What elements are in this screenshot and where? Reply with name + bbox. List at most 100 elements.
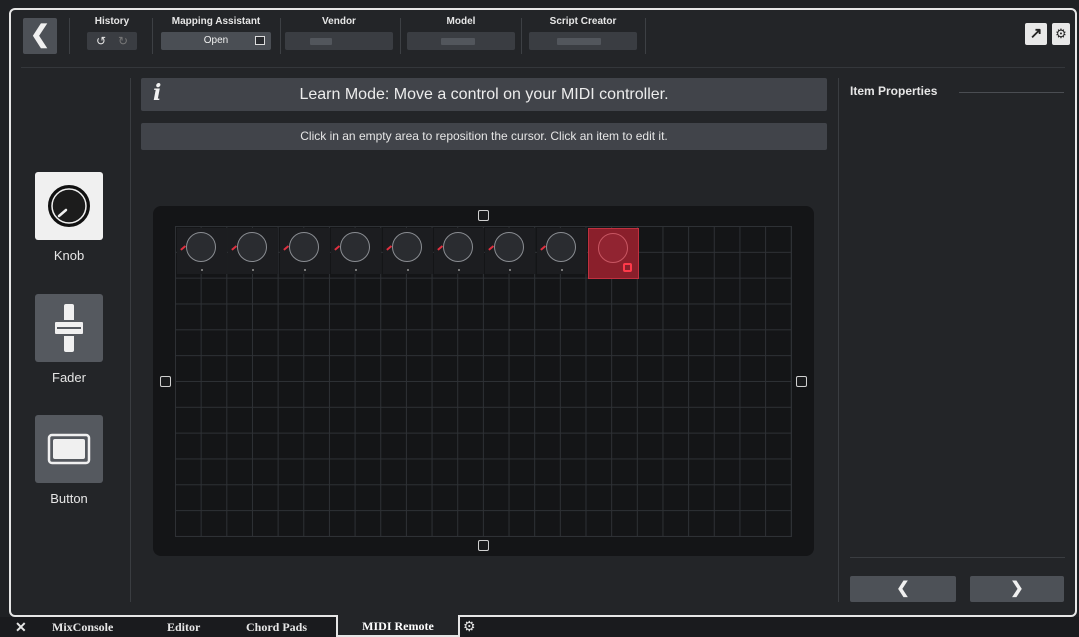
knob-icon <box>48 185 90 227</box>
button-icon <box>47 433 91 465</box>
resize-handle-top[interactable] <box>478 210 489 221</box>
mapping-open-button[interactable]: Open <box>161 32 271 50</box>
chevron-left-icon: ❮ <box>896 580 910 597</box>
palette-label-button: Button <box>50 491 88 506</box>
toolbar-divider <box>21 67 1065 68</box>
knob-control[interactable] <box>434 228 484 274</box>
learn-cursor-icon <box>623 263 633 272</box>
model-field[interactable] <box>407 32 515 50</box>
tab-editor[interactable]: Editor <box>167 620 200 635</box>
script-creator-field[interactable] <box>529 32 637 50</box>
knob-label-dot <box>406 269 409 271</box>
knob-ring <box>288 232 319 262</box>
knob-control[interactable] <box>279 228 330 274</box>
toolbar-separator <box>645 18 646 54</box>
palette-item-button[interactable]: Button <box>35 415 103 506</box>
toolbar-separator <box>280 18 281 54</box>
button-tile[interactable] <box>35 415 103 483</box>
palette-item-fader[interactable]: Fader <box>35 294 103 385</box>
hint-banner: Click in an empty area to reposition the… <box>141 123 827 150</box>
fader-icon <box>53 304 85 352</box>
redo-icon[interactable]: ↻ <box>112 32 134 50</box>
vendor-value-redacted <box>310 38 332 45</box>
knob-ring <box>545 232 576 262</box>
palette-label-knob: Knob <box>53 248 85 263</box>
knob-control[interactable] <box>485 228 536 274</box>
knob-label-dot <box>303 269 306 271</box>
palette-item-knob[interactable]: Knob <box>35 172 103 263</box>
knob-label-dot <box>458 269 460 271</box>
window-icon <box>255 36 265 45</box>
settings-button[interactable]: ⚙ <box>1052 23 1070 45</box>
lower-zone-tabs: ✕ MixConsole Editor Chord Pads MIDI Remo… <box>0 615 1079 637</box>
knob-value-tick <box>283 245 289 251</box>
knob-control[interactable] <box>536 228 587 274</box>
previous-item-button[interactable]: ❮ <box>850 576 956 602</box>
controller-canvas[interactable] <box>153 206 814 556</box>
fader-tile[interactable] <box>35 294 103 362</box>
history-group: History ↺ ↻ <box>78 14 146 60</box>
gear-icon: ⚙ <box>1055 26 1067 41</box>
knob-ring <box>391 232 422 262</box>
toolbar-separator <box>400 18 401 54</box>
vendor-label: Vendor <box>322 16 356 27</box>
knob-ring <box>598 233 629 263</box>
undo-icon[interactable]: ↺ <box>90 32 112 50</box>
knob-label-dot <box>560 269 563 271</box>
palette-divider <box>130 78 131 602</box>
model-value-redacted <box>441 38 475 45</box>
back-button[interactable]: ❮ <box>23 18 57 54</box>
learn-mode-text: Learn Mode: Move a control on your MIDI … <box>299 86 669 103</box>
tab-chord-pads[interactable]: Chord Pads <box>246 620 307 635</box>
learn-mode-banner: i Learn Mode: Move a control on your MID… <box>141 78 827 111</box>
resize-handle-right[interactable] <box>796 376 807 387</box>
knob-control[interactable] <box>382 228 433 274</box>
model-label: Model <box>446 16 476 27</box>
properties-bottom-rule <box>850 557 1065 558</box>
mapping-open-label: Open <box>203 35 229 46</box>
knob-value-tick <box>437 245 443 251</box>
knob-control-selected[interactable] <box>588 228 640 279</box>
knob-value-tick <box>488 245 495 251</box>
knob-control[interactable] <box>331 228 382 274</box>
mapping-assistant-group: Mapping Assistant Open <box>156 14 276 60</box>
resize-handle-bottom[interactable] <box>478 540 489 551</box>
tab-mixconsole[interactable]: MixConsole <box>52 620 113 635</box>
history-buttons: ↺ ↻ <box>87 32 137 50</box>
knob-ring <box>494 232 525 262</box>
model-group: Model <box>405 14 517 60</box>
toolbar-separator <box>152 18 153 54</box>
toolbar: ❮ History ↺ ↻ Mapping Assistant Open Vend… <box>11 10 1075 66</box>
mapping-assistant-label: Mapping Assistant <box>171 16 261 27</box>
knob-tile[interactable] <box>35 172 103 240</box>
arrow-up-right-icon: ↗ <box>1029 25 1043 42</box>
knob-control[interactable] <box>228 228 279 274</box>
chevron-left-icon: ❮ <box>29 21 51 48</box>
script-creator-label: Script Creator <box>549 16 617 27</box>
close-icon[interactable]: ✕ <box>15 619 27 636</box>
next-item-button[interactable]: ❯ <box>970 576 1064 602</box>
item-properties-title: Item Properties <box>850 84 938 98</box>
knob-label-dot <box>201 269 203 271</box>
midi-remote-window: ❮ History ↺ ↻ Mapping Assistant Open Vend… <box>9 8 1077 617</box>
gear-icon[interactable]: ⚙ <box>463 618 476 635</box>
knob-value-tick <box>231 245 238 251</box>
toolbar-separator <box>69 18 70 54</box>
knob-value-tick <box>385 245 392 251</box>
knob-label-dot <box>509 269 512 271</box>
knob-ring <box>186 232 216 262</box>
knob-ring <box>340 232 371 262</box>
knob-value-tick <box>180 245 186 251</box>
open-external-button[interactable]: ↗ <box>1025 23 1047 45</box>
properties-rule <box>959 92 1064 93</box>
knob-label-dot <box>355 269 358 271</box>
chevron-right-icon: ❯ <box>1010 580 1024 597</box>
tab-midi-remote[interactable]: MIDI Remote <box>336 615 460 637</box>
knob-value-tick <box>540 245 546 251</box>
script-creator-group: Script Creator <box>527 14 639 60</box>
vendor-field[interactable] <box>285 32 393 50</box>
palette-label-fader: Fader <box>52 370 86 385</box>
resize-handle-left[interactable] <box>160 376 171 387</box>
script-value-redacted <box>557 38 601 45</box>
knob-control[interactable] <box>177 228 227 274</box>
